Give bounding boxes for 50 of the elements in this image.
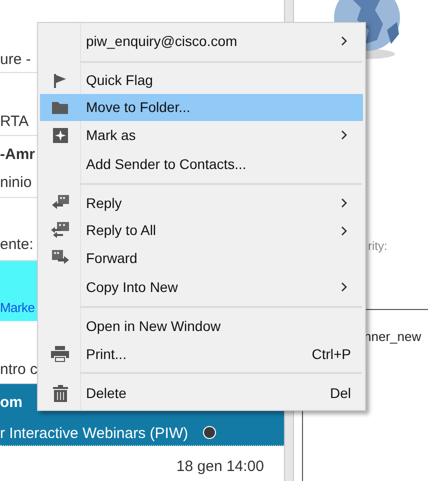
folder-icon xyxy=(52,101,68,114)
menu-item[interactable]: Open in New Window xyxy=(40,312,363,340)
message-text: ente: xyxy=(0,235,34,255)
menu-item[interactable]: Mark as xyxy=(40,121,363,149)
menu-item-label: Quick Flag xyxy=(86,71,154,90)
menu-item[interactable]: Quick Flag xyxy=(40,67,363,94)
shortcut-label: Ctrl+P xyxy=(312,344,351,364)
menu-item-label: Reply xyxy=(86,194,123,213)
menu-item[interactable]: Forward xyxy=(40,244,363,272)
message-text: r Interactive Webinars (PIW) xyxy=(0,424,188,444)
menu-item-label: Move to Folder... xyxy=(86,98,192,117)
sparkle-icon xyxy=(52,128,68,142)
forward-icon xyxy=(52,250,68,266)
menu-item[interactable]: Move to Folder... xyxy=(40,94,363,121)
message-text: ure - xyxy=(0,50,31,70)
banner-link[interactable]: Marke xyxy=(0,298,35,318)
menu-item-label: piw_enquiry@cisco.com xyxy=(86,32,238,51)
menu-item-label: Delete xyxy=(86,384,128,402)
message-text: -Amr xyxy=(0,145,36,165)
menu-item[interactable]: piw_enquiry@cisco.com xyxy=(40,25,363,57)
chevron-right-icon xyxy=(341,130,347,140)
menu-item[interactable]: Reply xyxy=(40,189,363,217)
chevron-right-icon xyxy=(341,198,347,208)
menu-item-label: Forward xyxy=(86,248,138,268)
trash-icon xyxy=(52,384,68,402)
message-text: ninio xyxy=(0,173,32,193)
preview-label: rity: xyxy=(368,238,388,255)
preview-text: nner_new xyxy=(364,328,422,346)
menu-item[interactable]: Copy Into New xyxy=(40,272,363,302)
flag-icon xyxy=(53,74,67,88)
menu-item-label: Reply to All xyxy=(86,221,158,240)
menu-item-label: Add Sender to Contacts... xyxy=(86,154,248,174)
message-text: ntro c xyxy=(0,360,38,380)
reply-icon xyxy=(52,195,68,211)
message-text: RTA xyxy=(0,112,29,132)
reply-all-icon xyxy=(51,222,69,239)
chevron-right-icon xyxy=(341,226,347,236)
menu-item-label: Mark as xyxy=(86,126,137,144)
message-text: om xyxy=(0,393,22,413)
menu-item[interactable]: Reply to All xyxy=(40,217,363,244)
shortcut-label: Del xyxy=(330,384,351,402)
menu-item[interactable]: Print... Ctrl+P xyxy=(40,340,363,368)
menu-item-label: Open in New Window xyxy=(86,316,222,336)
message-date: 18 gen 14:00 xyxy=(176,457,264,477)
chevron-right-icon xyxy=(341,282,347,292)
menu-item[interactable]: Add Sender to Contacts... xyxy=(40,149,363,179)
chevron-right-icon xyxy=(341,36,347,46)
printer-icon xyxy=(51,346,69,362)
menu-item-label: Print... xyxy=(86,344,128,364)
menu-item-label: Copy Into New xyxy=(86,278,179,297)
